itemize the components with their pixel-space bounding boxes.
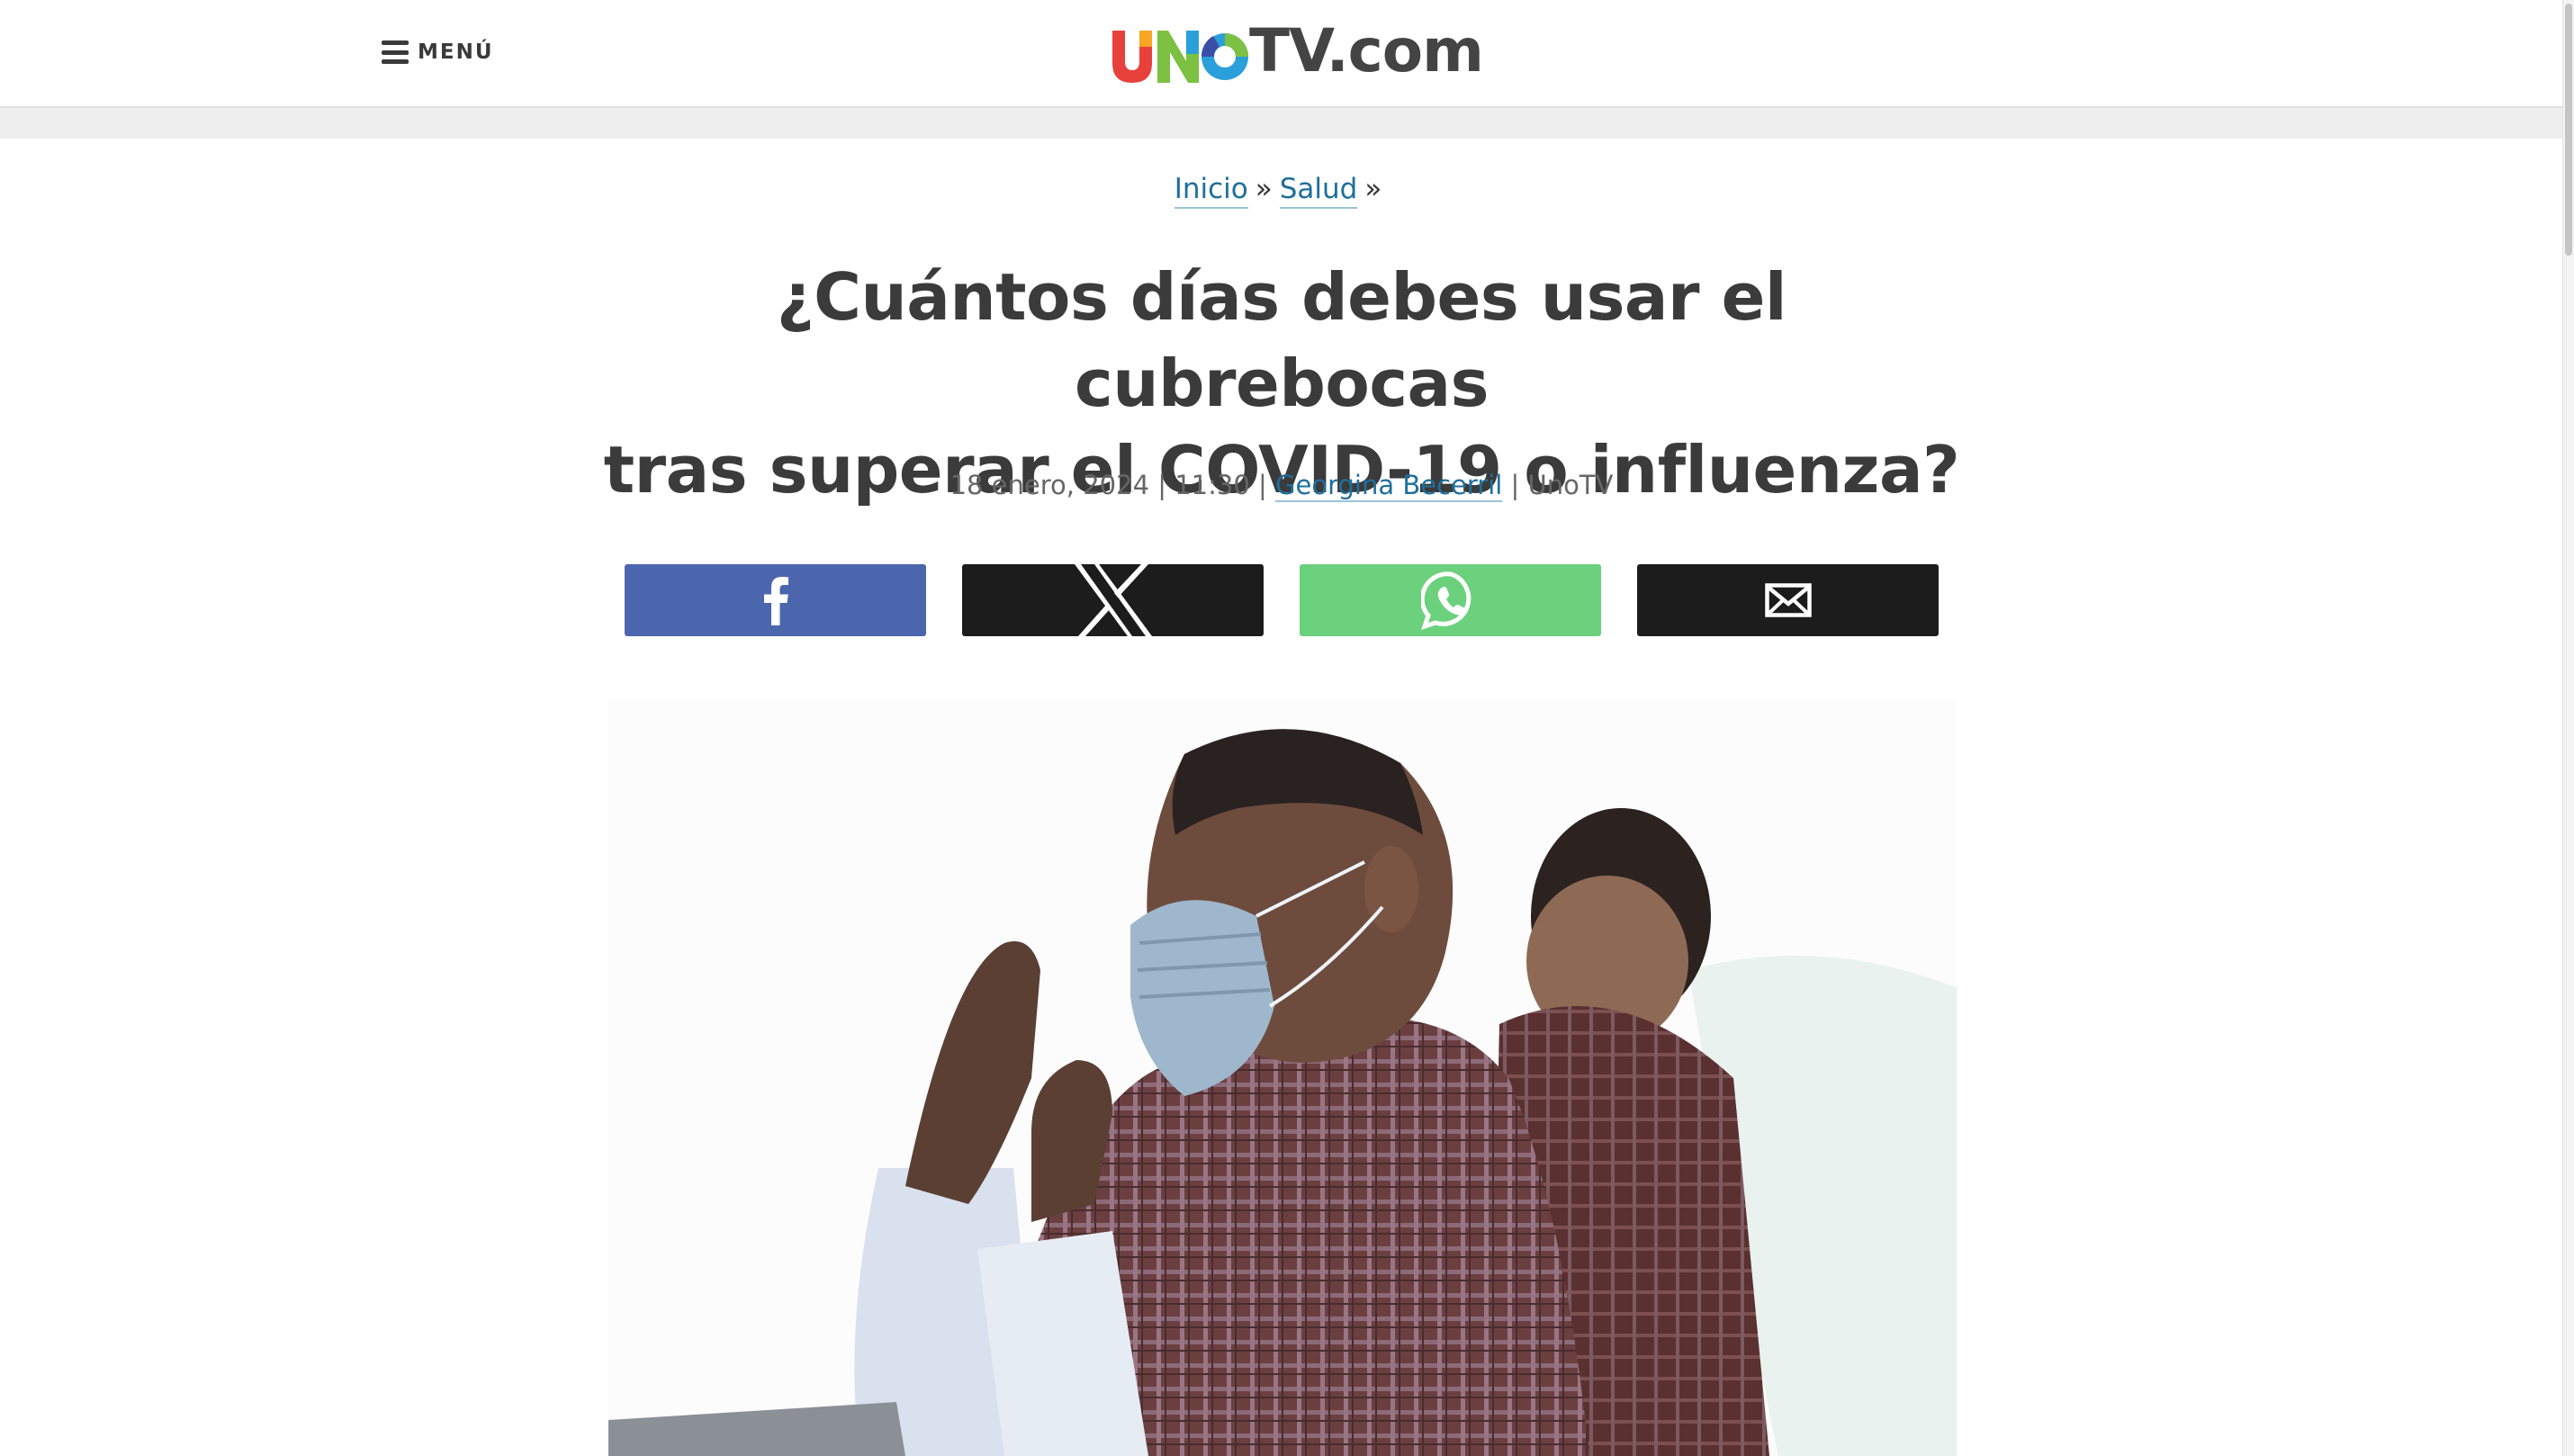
breadcrumb-link-salud[interactable]: Salud bbox=[1279, 173, 1358, 209]
share-bar bbox=[625, 564, 1939, 636]
facebook-icon bbox=[763, 577, 788, 625]
menu-button[interactable]: MENÚ bbox=[382, 34, 494, 70]
meta-separator: | bbox=[1157, 470, 1167, 500]
article-source: UnoTV bbox=[1527, 470, 1614, 500]
breadcrumb-link-inicio[interactable]: Inicio bbox=[1174, 173, 1248, 209]
share-email-button[interactable] bbox=[1637, 564, 1939, 636]
share-whatsapp-button[interactable] bbox=[1300, 564, 1601, 636]
author-link[interactable]: Georgina Becerril bbox=[1275, 470, 1503, 502]
meta-separator: | bbox=[1510, 470, 1520, 500]
uno-logo-mark bbox=[1112, 31, 1248, 83]
share-facebook-button[interactable] bbox=[625, 564, 926, 636]
scrollbar[interactable] bbox=[2562, 0, 2574, 1456]
article-date: 18 enero, 2024 bbox=[950, 470, 1150, 500]
hero-image bbox=[608, 700, 1957, 1456]
article-meta: 18 enero, 2024 | 11:30 | Georgina Becerr… bbox=[0, 470, 2563, 502]
breadcrumb: Inicio» Salud» bbox=[0, 173, 2563, 209]
logo-text: TV.com bbox=[1249, 16, 1484, 85]
x-icon bbox=[1074, 564, 1152, 636]
site-header: MENÚ TV.com bbox=[0, 0, 2563, 108]
whatsapp-icon bbox=[1420, 571, 1471, 630]
scrollbar-thumb[interactable] bbox=[2565, 4, 2572, 256]
mail-icon bbox=[1764, 583, 1812, 617]
breadcrumb-separator: » bbox=[1255, 173, 1273, 205]
article-title-line-1: ¿Cuántos días debes usar el cubrebocas bbox=[776, 259, 1787, 421]
breadcrumb-separator: » bbox=[1364, 173, 1382, 205]
hero-photo-masked-man bbox=[608, 700, 1957, 1456]
menu-label: MENÚ bbox=[418, 40, 494, 64]
hamburger-icon bbox=[382, 40, 409, 64]
unotv-logo[interactable]: TV.com bbox=[1105, 11, 1484, 92]
header-divider-band bbox=[0, 108, 2563, 139]
meta-separator: | bbox=[1258, 470, 1267, 500]
article-time: 11:30 bbox=[1174, 470, 1250, 500]
share-x-button[interactable] bbox=[962, 564, 1264, 636]
